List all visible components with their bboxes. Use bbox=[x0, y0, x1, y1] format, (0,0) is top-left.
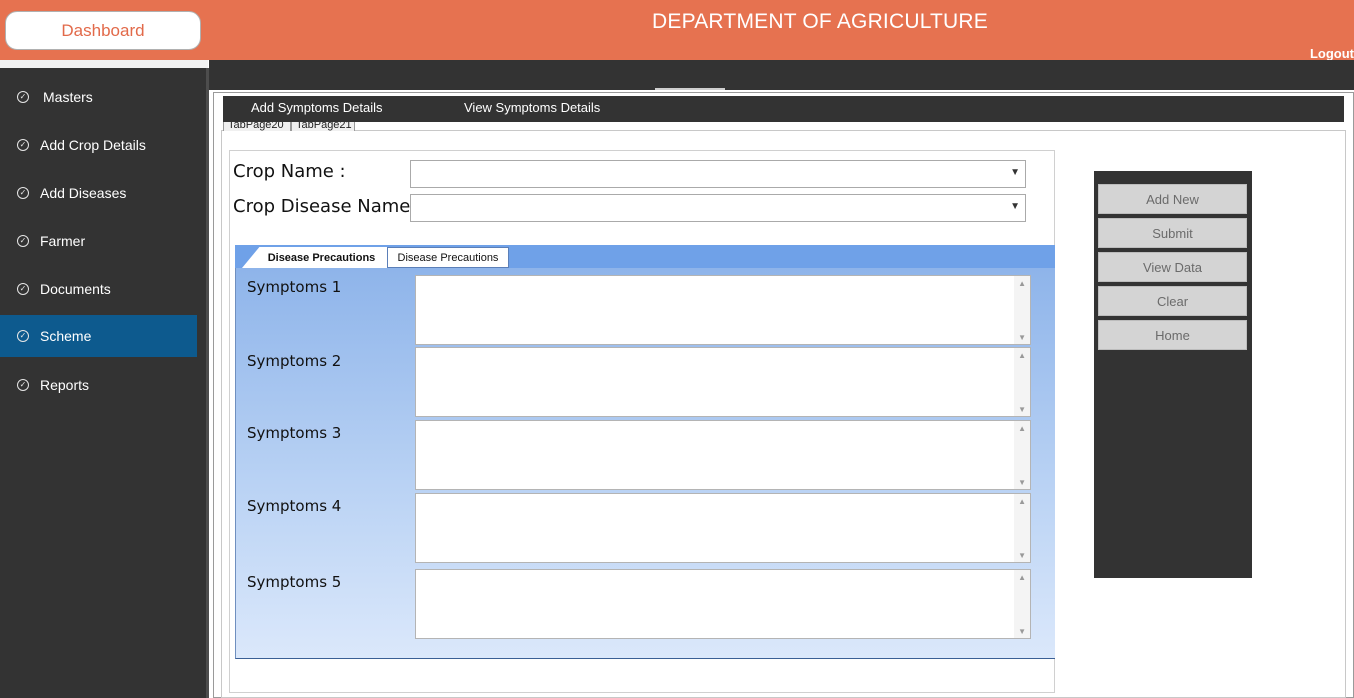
scroll-down-icon[interactable]: ▼ bbox=[1018, 478, 1026, 487]
check-circle-icon: ✓ bbox=[17, 235, 29, 247]
scroll-down-icon[interactable]: ▼ bbox=[1018, 405, 1026, 414]
crop-name-label: Crop Name : bbox=[233, 161, 346, 182]
home-button[interactable]: Home bbox=[1098, 320, 1247, 350]
symptoms-1-label: Symptoms 1 bbox=[247, 278, 342, 296]
chevron-down-icon: ▼ bbox=[1010, 167, 1020, 178]
page-title: DEPARTMENT OF AGRICULTURE bbox=[652, 10, 988, 33]
check-circle-icon: ✓ bbox=[17, 139, 29, 151]
scroll-down-icon[interactable]: ▼ bbox=[1018, 333, 1026, 342]
scroll-down-icon[interactable]: ▼ bbox=[1018, 551, 1026, 560]
symptoms-4-textarea[interactable]: ▲ ▼ bbox=[415, 493, 1031, 563]
check-circle-icon: ✓ bbox=[17, 91, 29, 103]
check-circle-icon: ✓ bbox=[17, 283, 29, 295]
sidebar-item-label: Add Crop Details bbox=[40, 137, 146, 153]
symptoms-2-textarea[interactable]: ▲ ▼ bbox=[415, 347, 1031, 417]
sidebar-item-label: Add Diseases bbox=[40, 185, 127, 201]
add-new-button[interactable]: Add New bbox=[1098, 184, 1247, 214]
sidebar-item-farmer[interactable]: ✓ Farmer bbox=[0, 220, 197, 262]
submit-button[interactable]: Submit bbox=[1098, 218, 1247, 248]
sidebar-item-documents[interactable]: ✓ Documents bbox=[0, 268, 197, 310]
menu-view-symptoms-details[interactable]: View Symptoms Details bbox=[464, 100, 600, 115]
tab-disease-precautions-active[interactable]: Disease Precautions bbox=[242, 247, 387, 268]
logout-link[interactable]: Logout bbox=[1310, 46, 1354, 61]
check-circle-icon: ✓ bbox=[17, 330, 29, 342]
scroll-down-icon[interactable]: ▼ bbox=[1018, 627, 1026, 636]
symptoms-menubar: Add Symptoms Details View Symptoms Detai… bbox=[223, 96, 1344, 122]
sidebar-item-add-diseases[interactable]: ✓ Add Diseases bbox=[0, 172, 197, 214]
top-dark-band bbox=[209, 60, 1354, 90]
clear-button[interactable]: Clear bbox=[1098, 286, 1247, 316]
scroll-up-icon[interactable]: ▲ bbox=[1018, 351, 1026, 360]
sidebar-item-label: Reports bbox=[40, 377, 90, 393]
symptoms-1-textarea[interactable]: ▲ ▼ bbox=[415, 275, 1031, 345]
scroll-up-icon[interactable]: ▲ bbox=[1018, 279, 1026, 288]
sidebar-item-masters[interactable]: ✓ Masters bbox=[0, 76, 197, 118]
top-header: Dashboard DEPARTMENT OF AGRICULTURE Logo… bbox=[0, 0, 1354, 61]
sidebar-item-add-crop-details[interactable]: ✓ Add Crop Details bbox=[0, 124, 197, 166]
crop-disease-label: Crop Disease Name bbox=[233, 196, 411, 217]
sidebar-divider bbox=[206, 68, 209, 698]
crop-name-select[interactable]: ▼ bbox=[410, 160, 1026, 188]
symptoms-5-label: Symptoms 5 bbox=[247, 573, 342, 591]
view-data-button[interactable]: View Data bbox=[1098, 252, 1247, 282]
symptoms-4-label: Symptoms 4 bbox=[247, 497, 342, 515]
sidebar-item-label: Scheme bbox=[40, 328, 92, 344]
dashboard-button[interactable]: Dashboard bbox=[5, 11, 201, 50]
scroll-up-icon[interactable]: ▲ bbox=[1018, 573, 1026, 582]
tab-disease-precautions[interactable]: Disease Precautions bbox=[387, 247, 509, 268]
scroll-up-icon[interactable]: ▲ bbox=[1018, 497, 1026, 506]
sidebar-item-label: Farmer bbox=[40, 233, 86, 249]
sidebar-item-scheme[interactable]: ✓ Scheme bbox=[0, 315, 197, 357]
crop-disease-select[interactable]: ▼ bbox=[410, 194, 1026, 222]
sidebar-item-reports[interactable]: ✓ Reports bbox=[0, 364, 197, 406]
symptoms-3-textarea[interactable]: ▲ ▼ bbox=[415, 420, 1031, 490]
sidebar-item-label: Documents bbox=[40, 281, 111, 297]
sidebar-item-label: Masters bbox=[43, 89, 93, 105]
symptoms-5-textarea[interactable]: ▲ ▼ bbox=[415, 569, 1031, 639]
symptoms-3-label: Symptoms 3 bbox=[247, 424, 342, 442]
app-window: Dashboard DEPARTMENT OF AGRICULTURE Logo… bbox=[0, 0, 1354, 698]
check-circle-icon: ✓ bbox=[17, 187, 29, 199]
menu-add-symptoms-details[interactable]: Add Symptoms Details bbox=[251, 100, 383, 115]
band-indicator bbox=[655, 88, 725, 90]
symptoms-2-label: Symptoms 2 bbox=[247, 352, 342, 370]
chevron-down-icon: ▼ bbox=[1010, 201, 1020, 212]
scroll-up-icon[interactable]: ▲ bbox=[1018, 424, 1026, 433]
check-circle-icon: ✓ bbox=[17, 379, 29, 391]
